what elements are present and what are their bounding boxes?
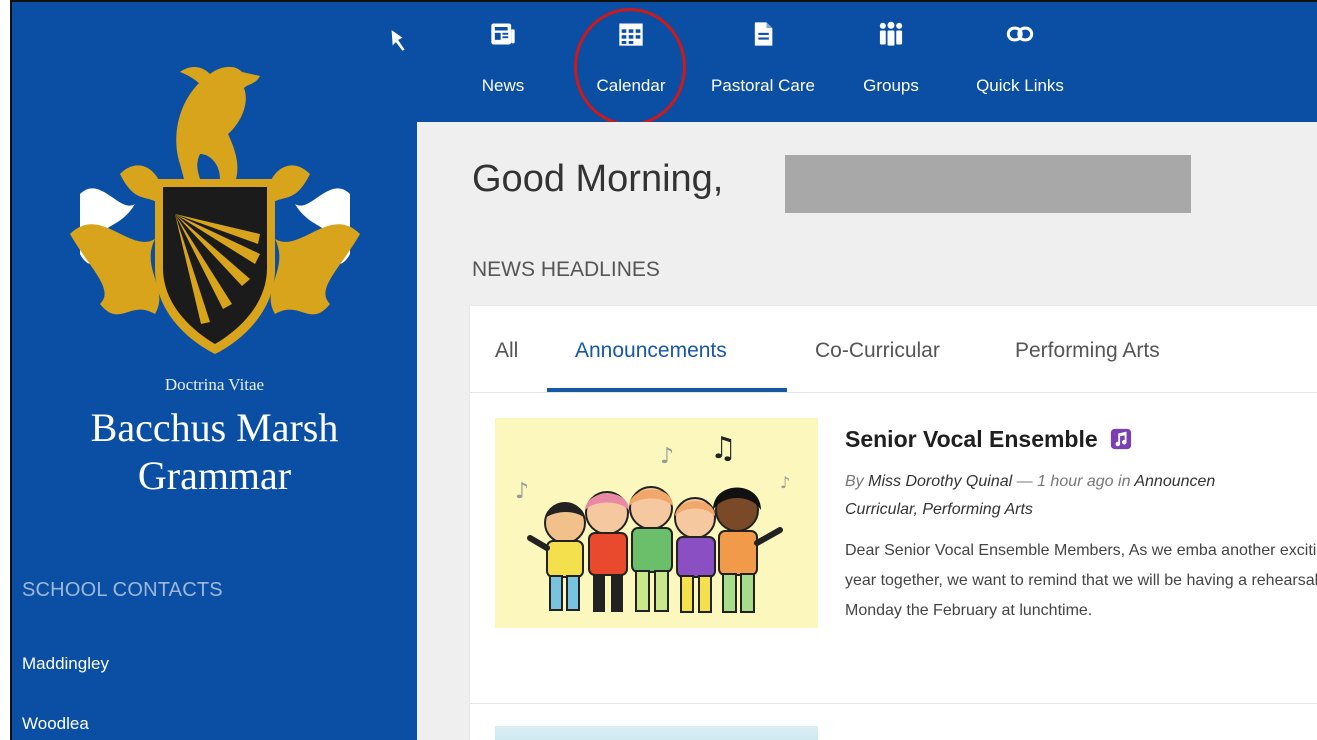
article-category-list[interactable]: Curricular, Performing Arts: [845, 501, 1033, 518]
nav-calendar[interactable]: Calendar: [587, 20, 675, 112]
article-title-text: Senior Vocal Ensemble: [845, 426, 1098, 452]
article-excerpt: Dear Senior Vocal Ensemble Members, As w…: [845, 542, 1317, 619]
article-time: — 1 hour ago in: [1016, 473, 1131, 490]
svg-text:♪: ♪: [515, 479, 529, 504]
article-title[interactable]: Senior Vocal Ensemble: [845, 426, 1132, 453]
link-icon: [1006, 26, 1034, 42]
nav-pastoral-care-label: Pastoral Care: [711, 76, 815, 95]
article-author[interactable]: Miss Dorothy Quinal: [868, 473, 1012, 490]
main-content: Good Morning, NEWS HEADLINES All Announc…: [417, 122, 1317, 740]
school-name-line2: Grammar: [137, 453, 292, 498]
news-headlines-heading: NEWS HEADLINES: [472, 258, 660, 281]
contact-link-maddingley[interactable]: Maddingley: [22, 654, 109, 674]
news-card: All Announcements Co-Curricular Performi…: [470, 306, 1317, 740]
greeting: Good Morning,: [472, 158, 724, 200]
meta-by: By: [845, 473, 864, 490]
school-name-line1: Bacchus Marsh: [90, 405, 339, 450]
redacted-username: [785, 155, 1191, 213]
nav-quick-links[interactable]: Quick Links: [965, 20, 1075, 112]
nav-groups[interactable]: Groups: [855, 20, 927, 112]
nav-news-label: News: [481, 76, 525, 95]
nav-groups-label: Groups: [863, 76, 919, 95]
article-category-announcements[interactable]: Announcen: [1134, 473, 1215, 490]
groups-icon: [879, 21, 903, 46]
article-divider: [470, 703, 1317, 704]
nav-quick-links-label: Quick Links: [976, 76, 1064, 95]
article-thumbnail[interactable]: ♫ ♪ ♪ ♪: [495, 418, 818, 628]
top-nav-bar: News Calendar Pastoral Care Groups Quick…: [417, 2, 1317, 122]
tab-announcements[interactable]: Announcements: [575, 339, 727, 363]
school-name: Bacchus Marsh Grammar: [12, 404, 417, 500]
tab-performing-arts[interactable]: Performing Arts: [1015, 339, 1160, 363]
active-tab-indicator: [547, 388, 787, 392]
school-crest-logo: [70, 66, 360, 354]
sidebar: Doctrina Vitae Bacchus Marsh Grammar SCH…: [12, 2, 417, 740]
nav-calendar-label: Calendar: [596, 76, 666, 95]
article-meta: By Miss Dorothy Quinal — 1 hour ago in A…: [845, 468, 1317, 524]
tab-all[interactable]: All: [495, 339, 518, 363]
tab-co-curricular[interactable]: Co-Curricular: [815, 339, 940, 363]
contact-link-woodlea[interactable]: Woodlea: [22, 714, 89, 734]
svg-text:♪: ♪: [660, 444, 674, 469]
singing-kids-illustration: ♫ ♪ ♪ ♪: [515, 431, 790, 613]
nav-news[interactable]: News: [477, 20, 529, 112]
svg-text:♫: ♫: [710, 431, 737, 466]
pin-icon[interactable]: [384, 28, 410, 54]
calendar-icon: [619, 23, 643, 46]
document-icon: [754, 22, 773, 46]
school-contacts-heading: SCHOOL CONTACTS: [22, 579, 223, 601]
nav-pastoral-care[interactable]: Pastoral Care: [700, 20, 826, 112]
school-motto: Doctrina Vitae: [164, 375, 265, 394]
news-icon: [491, 23, 515, 45]
news-tabs: All Announcements Co-Curricular Performi…: [470, 306, 1317, 393]
music-note-icon: [1110, 428, 1132, 450]
next-article-thumbnail[interactable]: [495, 726, 818, 740]
svg-text:♪: ♪: [780, 473, 790, 492]
